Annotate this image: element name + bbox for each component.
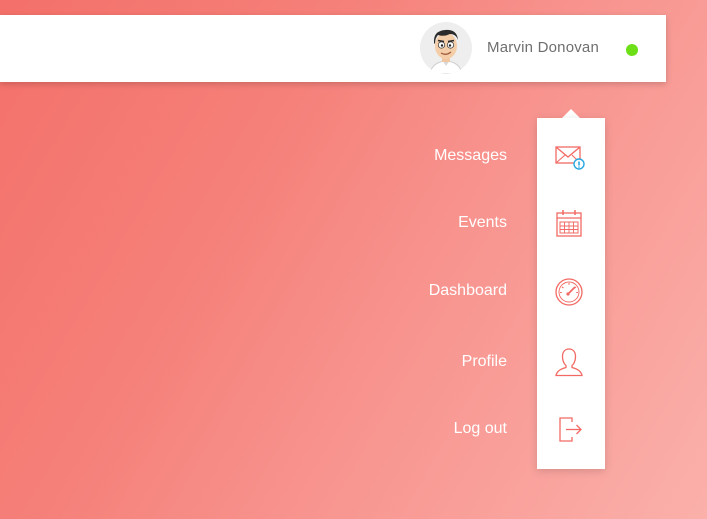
menu-item-profile[interactable]: Profile bbox=[380, 340, 605, 384]
menu-caret bbox=[562, 109, 580, 118]
top-bar: Marvin Donovan bbox=[0, 15, 666, 82]
menu-item-label: Messages bbox=[434, 147, 507, 164]
avatar[interactable] bbox=[420, 22, 472, 74]
menu-item-events[interactable]: Events bbox=[380, 201, 605, 245]
avatar-icon bbox=[420, 22, 472, 74]
menu-item-label: Dashboard bbox=[428, 282, 507, 299]
speedometer-icon bbox=[552, 275, 586, 307]
online-status-indicator bbox=[626, 44, 638, 56]
menu-item-messages[interactable]: Messages bbox=[380, 134, 605, 178]
menu-item-label: Profile bbox=[461, 353, 507, 370]
logout-icon bbox=[552, 413, 586, 445]
user-name[interactable]: Marvin Donovan bbox=[487, 39, 599, 56]
menu-item-dashboard[interactable]: Dashboard bbox=[380, 269, 605, 313]
menu-item-label: Log out bbox=[453, 420, 507, 437]
menu-item-label: Events bbox=[458, 214, 507, 231]
user-icon bbox=[552, 346, 586, 378]
calendar-icon bbox=[552, 207, 586, 239]
mail-icon bbox=[552, 140, 586, 172]
menu-item-logout[interactable]: Log out bbox=[380, 407, 605, 451]
